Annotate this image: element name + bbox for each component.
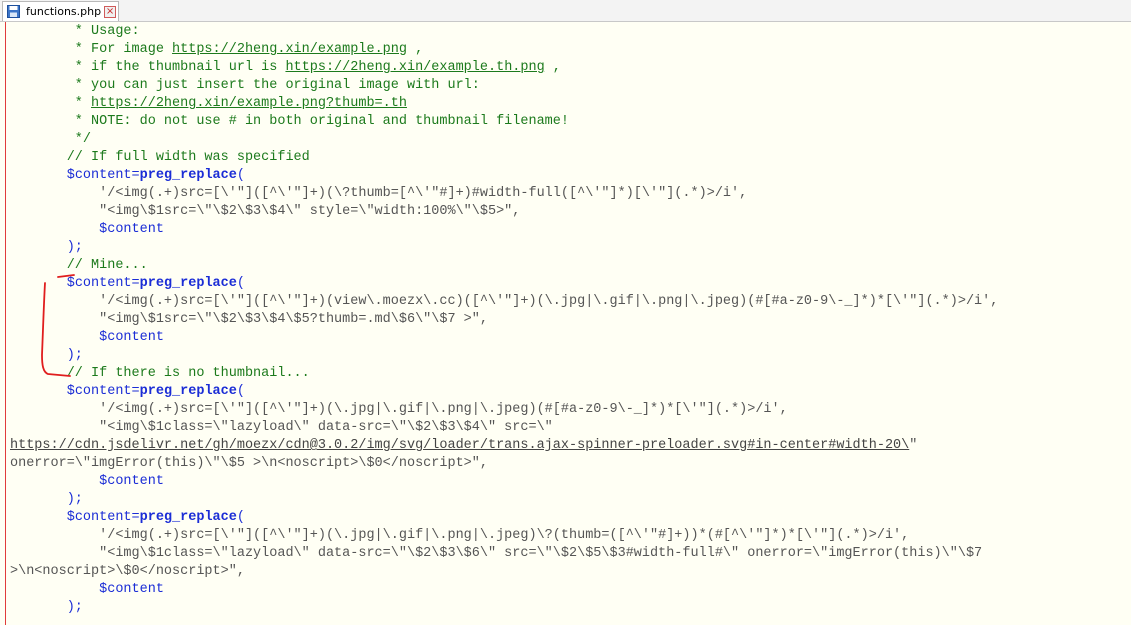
code-line: * For image https://2heng.xin/example.pn… bbox=[10, 42, 424, 57]
code-line: $content=preg_replace( bbox=[66, 168, 245, 183]
code-line: * https://2heng.xin/example.png?thumb=.t… bbox=[10, 96, 407, 111]
floppy-save-icon bbox=[7, 5, 20, 18]
code-line: $content bbox=[99, 582, 164, 597]
code-line: ); bbox=[10, 600, 83, 615]
code-editor[interactable]: * Usage: * For image https://2heng.xin/e… bbox=[0, 22, 1131, 625]
code-line: $content=preg_replace( bbox=[66, 384, 245, 399]
code-line: $content=preg_replace( bbox=[66, 510, 245, 525]
code-line: */ bbox=[10, 132, 92, 147]
code-line: * you can just insert the original image… bbox=[10, 78, 480, 93]
code-line: "<img\$1src=\"\$2\$3\$4\$5?thumb=.md\$6\… bbox=[10, 312, 488, 327]
code-lines: * Usage: * For image https://2heng.xin/e… bbox=[10, 23, 1131, 617]
code-line: onerror=\"imgError(this)\"\$5 >\n<noscri… bbox=[10, 456, 488, 471]
tab-label: functions.php bbox=[26, 5, 102, 18]
code-line: * if the thumbnail url is https://2heng.… bbox=[10, 60, 561, 75]
code-line: $content bbox=[99, 222, 164, 237]
code-line: $content=preg_replace( bbox=[66, 276, 245, 291]
code-line: '/<img(.+)src=[\'"]([^\'"]+)(\?thumb=[^\… bbox=[10, 186, 748, 201]
code-line: $content bbox=[99, 474, 164, 489]
code-line: "<img\$1class=\"lazyload\" data-src=\"\$… bbox=[10, 420, 553, 435]
code-line: * NOTE: do not use # in both original an… bbox=[10, 114, 569, 129]
close-icon[interactable]: × bbox=[104, 5, 117, 18]
code-line: * Usage: bbox=[10, 24, 140, 39]
code-line: ); bbox=[10, 492, 83, 507]
code-url-link[interactable]: https://2heng.xin/example.png bbox=[172, 42, 407, 57]
code-line: >\n<noscript>\$0</noscript>", bbox=[10, 564, 245, 579]
code-line: '/<img(.+)src=[\'"]([^\'"]+)(view\.moezx… bbox=[10, 294, 999, 309]
code-url-link[interactable]: https://2heng.xin/example.th.png bbox=[285, 60, 544, 75]
code-line: '/<img(.+)src=[\'"]([^\'"]+)(\.jpg|\.gif… bbox=[10, 528, 910, 543]
code-line: $content bbox=[99, 330, 164, 345]
code-line: https://cdn.jsdelivr.net/gh/moezx/cdn@3.… bbox=[10, 438, 918, 453]
code-line: "<img\$1class=\"lazyload\" data-src=\"\$… bbox=[10, 546, 983, 561]
code-line: // If full width was specified bbox=[10, 150, 310, 165]
code-line: ); bbox=[10, 348, 83, 363]
code-line: "<img\$1src=\"\$2\$3\$4\" style=\"width:… bbox=[10, 204, 521, 219]
tab-functions-php[interactable]: functions.php × bbox=[2, 1, 119, 21]
change-margin-marker bbox=[5, 22, 6, 625]
code-url-link[interactable]: https://2heng.xin/example.png?thumb=.th bbox=[91, 96, 407, 111]
tab-bar: functions.php × bbox=[0, 0, 1131, 22]
code-line: // Mine... bbox=[10, 258, 148, 273]
code-line: ); bbox=[10, 240, 83, 255]
code-url-link[interactable]: https://cdn.jsdelivr.net/gh/moezx/cdn@3.… bbox=[10, 438, 909, 453]
code-line: '/<img(.+)src=[\'"]([^\'"]+)(\.jpg|\.gif… bbox=[10, 402, 788, 417]
code-line: // If there is no thumbnail... bbox=[10, 366, 310, 381]
